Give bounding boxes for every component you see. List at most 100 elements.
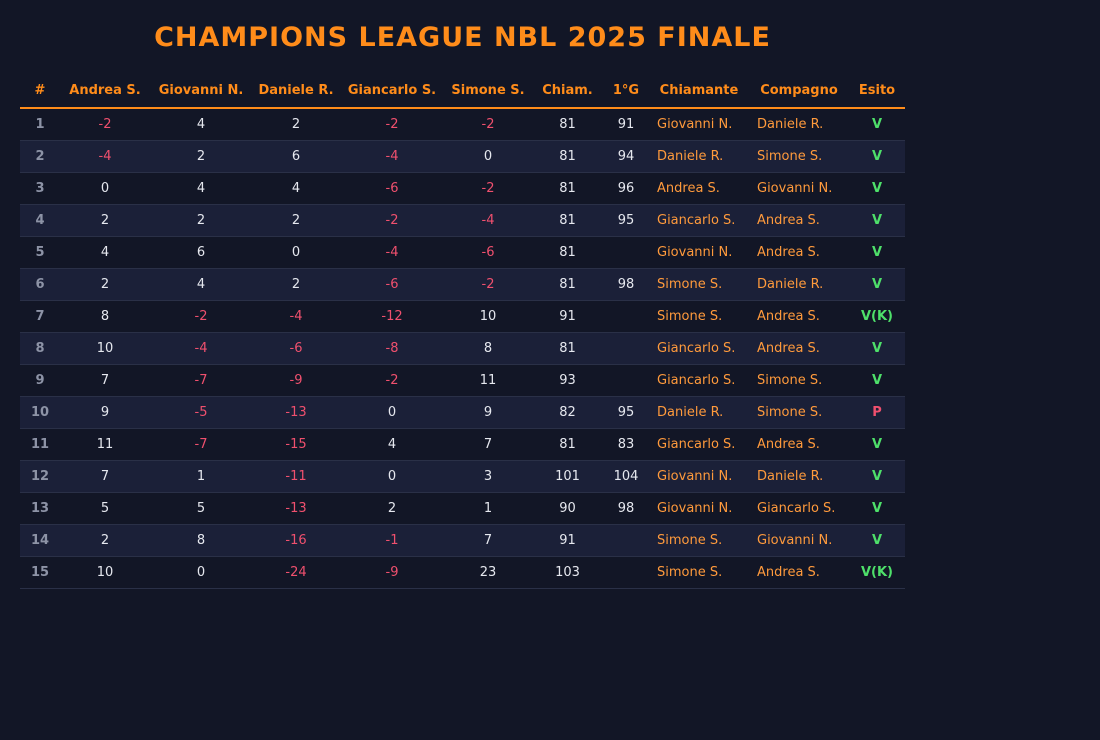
hand-number: 13 — [20, 492, 60, 525]
result-badge: V — [849, 428, 905, 461]
first-game-value — [603, 524, 649, 557]
caller-name: Simone S. — [649, 268, 749, 301]
call-value: 81 — [532, 332, 603, 365]
caller-name: Giancarlo S. — [649, 332, 749, 365]
partner-name: Simone S. — [749, 396, 849, 429]
page-title: CHAMPIONS LEAGUE NBL 2025 FINALE — [154, 22, 771, 53]
partner-name: Daniele R. — [749, 460, 849, 493]
player-score: -5 — [150, 396, 252, 429]
player-score: 4 — [340, 428, 444, 461]
player-score: 6 — [252, 140, 340, 173]
player-score: 4 — [252, 172, 340, 205]
call-value: 91 — [532, 300, 603, 333]
player-score: -6 — [340, 268, 444, 301]
player-score: -16 — [252, 524, 340, 557]
player-score: 8 — [444, 332, 532, 365]
table-row: 4 2 2 2 -2 -4 81 95 Giancarlo S. Andrea S. V — [20, 204, 905, 237]
player-score: 2 — [60, 268, 150, 301]
table-body: 1 -2 4 2 -2 -2 81 91 Giovanni N. Daniele R. V 2 -4 2 6… — [20, 108, 905, 589]
partner-name: Andrea S. — [749, 556, 849, 589]
partner-name: Giancarlo S. — [749, 492, 849, 525]
player-score: 10 — [444, 300, 532, 333]
result-badge: P — [849, 396, 905, 429]
player-score: -2 — [444, 268, 532, 301]
player-score: 0 — [252, 236, 340, 269]
partner-name: Andrea S. — [749, 428, 849, 461]
player-score: 0 — [150, 556, 252, 589]
player-score: -2 — [444, 108, 532, 141]
column-header[interactable]: 1°G — [603, 74, 649, 109]
player-score: -4 — [340, 140, 444, 173]
column-header[interactable]: Giovanni N. — [150, 74, 252, 109]
column-header[interactable]: Daniele R. — [252, 74, 340, 109]
player-score: -6 — [444, 236, 532, 269]
result-badge: V — [849, 140, 905, 173]
first-game-value — [603, 236, 649, 269]
player-score: 0 — [444, 140, 532, 173]
caller-name: Giovanni N. — [649, 492, 749, 525]
player-score: -2 — [60, 108, 150, 141]
player-score: -6 — [340, 172, 444, 205]
player-score: 9 — [60, 396, 150, 429]
caller-name: Giovanni N. — [649, 460, 749, 493]
player-score: 7 — [444, 524, 532, 557]
column-header[interactable]: Chiam. — [532, 74, 603, 109]
result-badge: V — [849, 364, 905, 397]
player-score: 2 — [252, 108, 340, 141]
result-badge: V — [849, 236, 905, 269]
player-score: -2 — [340, 108, 444, 141]
hand-number: 3 — [20, 172, 60, 205]
first-game-value: 95 — [603, 204, 649, 237]
partner-name: Daniele R. — [749, 268, 849, 301]
hand-number: 6 — [20, 268, 60, 301]
table-row: 3 0 4 4 -6 -2 81 96 Andrea S. Giovanni N. V — [20, 172, 905, 205]
call-value: 81 — [532, 428, 603, 461]
player-score: -13 — [252, 492, 340, 525]
call-value: 101 — [532, 460, 603, 493]
table-header: # Andrea S. Giovanni N. Daniele R. Giancarlo… — [20, 74, 905, 109]
partner-name: Andrea S. — [749, 204, 849, 237]
player-score: 7 — [60, 364, 150, 397]
column-header[interactable]: Andrea S. — [60, 74, 150, 109]
hand-number: 8 — [20, 332, 60, 365]
caller-name: Giovanni N. — [649, 108, 749, 141]
column-header[interactable]: Simone S. — [444, 74, 532, 109]
player-score: -1 — [340, 524, 444, 557]
partner-name: Simone S. — [749, 364, 849, 397]
table-row: 10 9 -5 -13 0 9 82 95 Daniele R. Simone S. P — [20, 396, 905, 429]
player-score: 11 — [60, 428, 150, 461]
player-score: -2 — [340, 364, 444, 397]
partner-name: Giovanni N. — [749, 524, 849, 557]
player-score: -24 — [252, 556, 340, 589]
player-score: 2 — [60, 524, 150, 557]
table-row: 14 2 8 -16 -1 7 91 Simone S. Giovanni N. V — [20, 524, 905, 557]
player-score: 5 — [150, 492, 252, 525]
player-score: 4 — [150, 108, 252, 141]
player-score: 2 — [150, 204, 252, 237]
player-score: 1 — [444, 492, 532, 525]
player-score: 2 — [60, 204, 150, 237]
player-score: -11 — [252, 460, 340, 493]
header-row: # Andrea S. Giovanni N. Daniele R. Giancarlo… — [20, 74, 905, 109]
partner-name: Andrea S. — [749, 236, 849, 269]
call-value: 91 — [532, 524, 603, 557]
player-score: 9 — [444, 396, 532, 429]
caller-name: Giancarlo S. — [649, 428, 749, 461]
column-header[interactable]: Compagno — [749, 74, 849, 109]
partner-name: Simone S. — [749, 140, 849, 173]
player-score: -9 — [340, 556, 444, 589]
column-header[interactable]: Giancarlo S. — [340, 74, 444, 109]
caller-name: Giancarlo S. — [649, 204, 749, 237]
column-header[interactable]: # — [20, 74, 60, 109]
caller-name: Simone S. — [649, 300, 749, 333]
call-value: 103 — [532, 556, 603, 589]
table-row: 8 10 -4 -6 -8 8 81 Giancarlo S. Andrea S. V — [20, 332, 905, 365]
partner-name: Andrea S. — [749, 300, 849, 333]
player-score: 10 — [60, 556, 150, 589]
caller-name: Giovanni N. — [649, 236, 749, 269]
first-game-value — [603, 364, 649, 397]
column-header[interactable]: Chiamante — [649, 74, 749, 109]
column-header[interactable]: Esito — [849, 74, 905, 109]
caller-name: Giancarlo S. — [649, 364, 749, 397]
hand-number: 9 — [20, 364, 60, 397]
